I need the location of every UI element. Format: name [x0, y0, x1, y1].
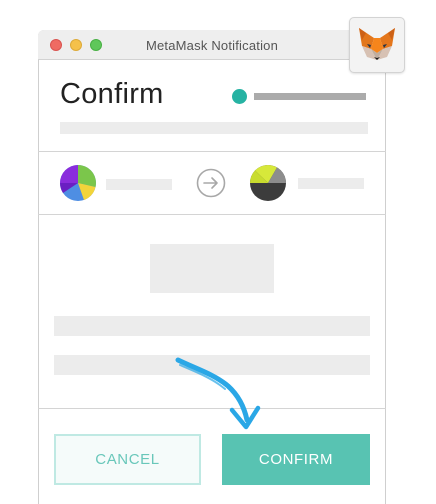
- window-title: MetaMask Notification: [145, 38, 279, 53]
- total-placeholder: [54, 355, 370, 375]
- stage: MetaMask Notification Confirm CANCEL CON…: [0, 0, 436, 504]
- balance-placeholder: [60, 122, 368, 134]
- cancel-button[interactable]: CANCEL: [54, 434, 201, 485]
- amount-placeholder: [150, 244, 274, 293]
- page-title: Confirm: [60, 78, 164, 110]
- identicon-to-icon: [249, 165, 286, 201]
- metamask-fox-icon: [349, 17, 405, 73]
- confirm-button[interactable]: CONFIRM: [222, 434, 370, 485]
- account-status-dot: [232, 89, 247, 104]
- arrow-right-icon: [196, 168, 226, 198]
- titlebar: MetaMask Notification: [38, 30, 386, 60]
- sender-name-placeholder: [106, 179, 172, 190]
- gas-fee-placeholder: [54, 316, 370, 336]
- recipient-name-placeholder: [298, 178, 364, 189]
- account-name-placeholder: [254, 93, 366, 100]
- fox-logo-icon: [359, 28, 395, 60]
- identicon-from-icon: [59, 165, 96, 201]
